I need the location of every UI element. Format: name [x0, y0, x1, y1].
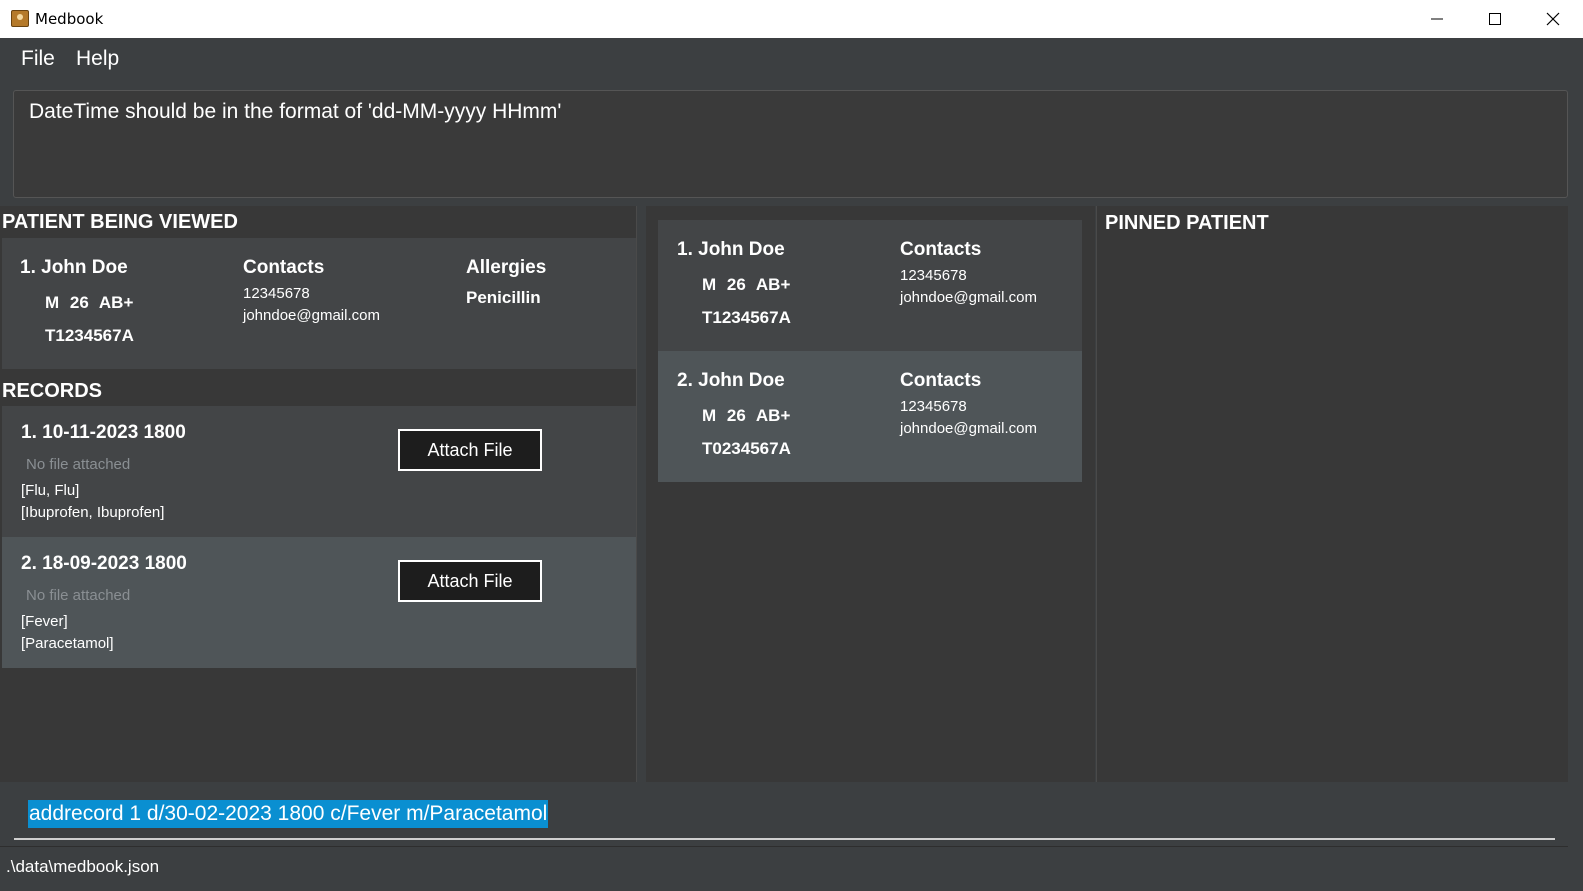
pinned-patient-pane: [1097, 206, 1568, 782]
title-bar: Medbook: [0, 0, 1583, 38]
pinned-header: PINNED PATIENT: [1105, 212, 1269, 234]
record-file-status: No file attached: [26, 456, 131, 473]
patient-details: M 26 AB+: [702, 406, 791, 425]
contacts-label: Contacts: [900, 370, 982, 391]
records-header: RECORDS: [2, 380, 103, 402]
contacts-label: Contacts: [243, 257, 325, 278]
record-item[interactable]: 1. 10-11-2023 1800 No file attached [Flu…: [2, 406, 636, 537]
patient-email: johndoe@gmail.com: [243, 307, 380, 324]
data-file-path: .\data\medbook.json: [6, 857, 160, 876]
patient-phone: 12345678: [900, 267, 967, 284]
patient-email: johndoe@gmail.com: [900, 420, 1037, 437]
viewed-header: PATIENT BEING VIEWED: [2, 211, 238, 233]
result-display[interactable]: DateTime should be in the format of 'dd-…: [13, 90, 1568, 198]
menu-bar: File Help: [0, 38, 1583, 82]
patient-nric: T1234567A: [702, 308, 791, 327]
command-text: addrecord 1 d/30-02-2023 1800 c/Fever m/…: [28, 800, 549, 828]
minimize-icon: [1431, 18, 1443, 20]
patient-details: M 26 AB+: [45, 293, 134, 312]
maximize-icon: [1489, 13, 1501, 25]
command-input[interactable]: addrecord 1 d/30-02-2023 1800 c/Fever m/…: [14, 796, 1555, 840]
patient-list-item[interactable]: 1. John Doe M 26 AB+ T1234567A Contacts …: [658, 220, 1082, 351]
patient-allergies: Penicillin: [466, 288, 541, 307]
attach-file-button[interactable]: Attach File: [398, 429, 542, 471]
command-box: addrecord 1 d/30-02-2023 1800 c/Fever m/…: [0, 782, 1568, 846]
minimize-button[interactable]: [1408, 0, 1466, 38]
app-icon: [11, 10, 29, 27]
pane-divider[interactable]: [636, 206, 637, 782]
menu-help[interactable]: Help: [76, 47, 119, 71]
viewed-patient-card: 1. John Doe M 26 AB+ T1234567A Contacts …: [2, 238, 636, 369]
maximize-button[interactable]: [1466, 0, 1524, 38]
patient-email: johndoe@gmail.com: [900, 289, 1037, 306]
close-icon: [1546, 12, 1560, 26]
patient-details: M 26 AB+: [702, 275, 791, 294]
window-edge: [1568, 38, 1583, 891]
record-conditions: [Fever]: [21, 613, 68, 630]
menu-file[interactable]: File: [21, 47, 55, 71]
patient-name: 1. John Doe: [20, 257, 128, 278]
patient-phone: 12345678: [243, 285, 310, 302]
record-medications: [Ibuprofen, Ibuprofen]: [21, 504, 165, 521]
status-bar: .\data\medbook.json: [0, 846, 1568, 891]
attach-file-button[interactable]: Attach File: [398, 560, 542, 602]
record-date: 1. 10-11-2023 1800: [21, 422, 186, 443]
contacts-label: Contacts: [900, 239, 982, 260]
patient-phone: 12345678: [900, 398, 967, 415]
window-title: Medbook: [35, 10, 104, 28]
record-date: 2. 18-09-2023 1800: [21, 553, 187, 574]
patient-name: 1. John Doe: [677, 239, 785, 260]
record-conditions: [Flu, Flu]: [21, 482, 80, 499]
patient-nric: T0234567A: [702, 439, 791, 458]
close-button[interactable]: [1524, 0, 1582, 38]
patient-list-item[interactable]: 2. John Doe M 26 AB+ T0234567A Contacts …: [658, 351, 1082, 482]
result-message: DateTime should be in the format of 'dd-…: [29, 100, 562, 123]
allergies-label: Allergies: [466, 257, 547, 278]
record-item[interactable]: 2. 18-09-2023 1800 No file attached [Fev…: [2, 537, 636, 668]
patient-name: 2. John Doe: [677, 370, 785, 391]
record-file-status: No file attached: [26, 587, 131, 604]
record-medications: [Paracetamol]: [21, 635, 114, 652]
patient-nric: T1234567A: [45, 326, 134, 345]
